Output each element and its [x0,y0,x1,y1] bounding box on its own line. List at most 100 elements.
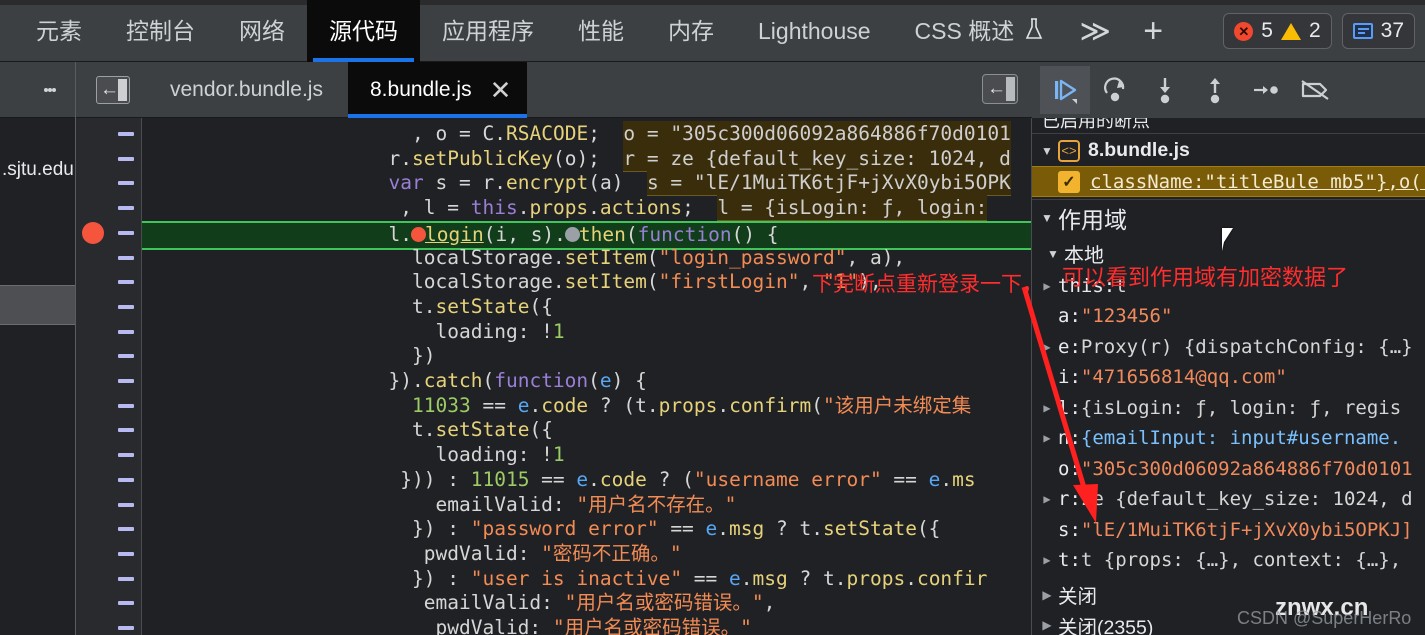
chevron-right-icon[interactable]: ▶ [1038,553,1056,567]
chevron-right-icon[interactable]: ▶ [1038,401,1056,415]
code-line[interactable]: localStorage.setItem("login_password", a… [142,246,1032,271]
code-line[interactable]: loading: !1 [142,320,1032,345]
step-icon[interactable] [1240,66,1290,114]
scope-variable-name: l: [1058,396,1081,419]
file-tab-vendor-bundle-label: vendor.bundle.js [170,78,323,101]
tab-css-overview-label: CSS 概述 [914,17,1015,44]
line-number-marker [118,626,134,630]
scope-variable-value: t {props: {…}, context: {…}, [1080,549,1402,571]
scope-variable-value: "305c300d06092a864886f70d0101 [1080,457,1413,480]
code-line[interactable]: emailValid: "用户名不存在。" [142,493,1032,518]
breakpoint-file-row[interactable]: ▼ <> 8.bundle.js [1032,135,1425,166]
breakpoint-gutter-dot[interactable] [82,221,104,244]
scope-variable-row[interactable]: a: "123456" [1032,301,1425,332]
step-out-of-current-function-icon[interactable] [1190,66,1240,114]
step-over-next-function-call-icon[interactable] [1090,66,1140,114]
code-line[interactable]: loading: !1 [142,443,1032,468]
code-line[interactable]: pwdValid: "用户名或密码错误。" [142,616,1032,635]
chevron-right-icon[interactable]: ▶ [1038,618,1056,632]
file-tab-8-bundle[interactable]: 8.bundle.js ✕ [348,62,528,118]
chevron-right-icon[interactable]: ▶ [1038,340,1056,354]
code-line[interactable]: emailValid: "用户名或密码错误。", [142,591,1032,616]
code-line[interactable]: })) : 11015 == e.code ? ("username error… [142,468,1032,493]
resume-script-execution-icon[interactable] [1040,66,1090,114]
scope-variable-name: o: [1058,457,1081,480]
scope-variable-row[interactable]: ▶ l: {isLogin: ƒ, login: ƒ, regis [1032,392,1425,423]
scope-closure-label: 关闭 [1058,586,1098,608]
line-number-marker [118,230,134,235]
breakpoint-checkbox[interactable]: ✓ [1058,170,1080,193]
code-line[interactable]: t.setState({ [142,295,1032,320]
code-line[interactable]: var s = r.encrypt(a) s = "lE/1MuiTK6tjF+… [142,170,1032,197]
tab-sources-label: 源代码 [329,17,398,44]
chevron-down-icon-local[interactable]: ▼ [1044,247,1062,261]
tab-lighthouse[interactable]: Lighthouse [736,0,893,62]
code-line[interactable]: , o = C.RSACODE; o = "305c300d06092a8648… [142,121,1032,147]
chevron-right-icon[interactable]: ▶ [1038,588,1056,602]
show-navigator-icon[interactable]: ← [96,76,130,104]
code-line[interactable]: , l = this.props.actions; l = {isLogin: … [142,195,1032,222]
scope-variable-row[interactable]: o: "305c300d06092a864886f70d0101 [1032,453,1425,484]
deactivate-breakpoints-icon[interactable] [1290,66,1340,114]
breakpoints-section-header[interactable]: 已启用的断点 [1032,118,1425,134]
code-line[interactable]: pwdValid: "密码不正确。" [142,542,1032,567]
chevron-right-icon[interactable]: ▶ [1038,492,1056,506]
scope-variable-name: a: [1058,305,1081,327]
tab-memory[interactable]: 内存 [646,0,736,62]
hide-debugger-sidebar-icon[interactable]: ← [982,74,1018,104]
tab-network[interactable]: 网络 [217,0,307,62]
watermark-credit: CSDN @SuperHerRo [1237,608,1412,628]
issue-counts[interactable]: ✕ 5 2 [1223,13,1332,49]
scope-variable-row[interactable]: ▶ r: ze {default_key_size: 1024, d [1032,484,1425,515]
line-number-marker [118,354,134,359]
tab-sources[interactable]: 源代码 [307,0,420,62]
tab-elements[interactable]: 元素 [14,0,104,62]
more-tabs-chevron-icon[interactable]: ≫ [1066,0,1124,62]
breakpoint-entry-row[interactable]: ✓ className:"titleBule mb5"},o(( [1032,166,1425,197]
chevron-down-icon-scope[interactable]: ▼ [1038,211,1056,225]
scope-variable-name: n: [1058,427,1081,449]
add-panel-button[interactable]: + [1124,0,1182,62]
source-code-editor[interactable]: , o = C.RSACODE; o = "305c300d06092a8648… [142,118,1032,635]
message-counts[interactable]: 37 [1341,13,1415,49]
step-into-next-function-call-icon[interactable] [1140,66,1190,114]
scope-variable-row[interactable]: ▶ e: Proxy(r) {dispatchConfig: {…} [1032,331,1425,362]
file-tab-vendor-bundle[interactable]: vendor.bundle.js [148,62,345,118]
inline-value: l = {isLogin: ƒ, login: [717,195,988,222]
scope-variable-value: "471656814@qq.com" [1080,366,1287,388]
debugger-sidebar: 已启用的断点 ▼ <> 8.bundle.js ✓ className:"tit… [1032,118,1425,635]
editor-gutter[interactable] [76,118,142,635]
tree-item-selected[interactable] [0,285,75,325]
scope-variable-name: e: [1058,335,1081,358]
line-number-marker [118,428,134,433]
tab-performance[interactable]: 性能 [556,0,646,62]
scope-variable-row[interactable]: s: "lE/1MuiTK6tjF+jXvX0ybi5OPKJ] [1032,514,1425,545]
tree-item-domain[interactable]: .sjtu.edu [0,148,75,192]
code-line[interactable]: }) : "password error" == e.msg ? t.setSt… [142,517,1032,542]
chevron-down-icon[interactable]: ▼ [1038,144,1056,158]
code-line[interactable]: }).catch(function(e) { [142,369,1032,394]
code-line[interactable]: t.setState({ [142,418,1032,443]
status-counters: ✕ 5 2 37 [1223,0,1425,62]
breakpoint-file-label: 8.bundle.js [1088,139,1190,161]
code-line[interactable]: }) [142,344,1032,369]
warning-count: 2 [1308,19,1321,42]
chevron-right-icon[interactable]: ▶ [1038,431,1056,445]
scope-variable-name: r: [1058,488,1081,510]
code-line[interactable]: 11033 == e.code ? (t.props.confirm("该用户未… [142,394,1032,419]
scope-variable-value: "lE/1MuiTK6tjF+jXvX0ybi5OPKJ] [1080,518,1413,541]
error-icon: ✕ [1234,21,1254,41]
code-line[interactable]: }) : "user is inactive" == e.msg ? t.pro… [142,567,1032,592]
line-number-marker [118,601,134,606]
tab-console[interactable]: 控制台 [104,0,217,62]
more-options-icon[interactable] [28,62,72,118]
scope-closure-label: 关闭(2355) [1058,616,1154,635]
code-line[interactable]: r.setPublicKey(o); r = ze {default_key_s… [142,145,1032,172]
close-icon[interactable]: ✕ [490,77,512,103]
scope-variable-row[interactable]: ▶ n: {emailInput: input#username. [1032,423,1425,454]
tab-css-overview[interactable]: CSS 概述 [893,0,1067,62]
scope-variable-row[interactable]: ▶ t: t {props: {…}, context: {…}, [1032,545,1425,576]
tab-application[interactable]: 应用程序 [420,0,556,62]
scope-variable-row[interactable]: i: "471656814@qq.com" [1032,362,1425,393]
tab-lighthouse-label: Lighthouse [758,17,871,44]
